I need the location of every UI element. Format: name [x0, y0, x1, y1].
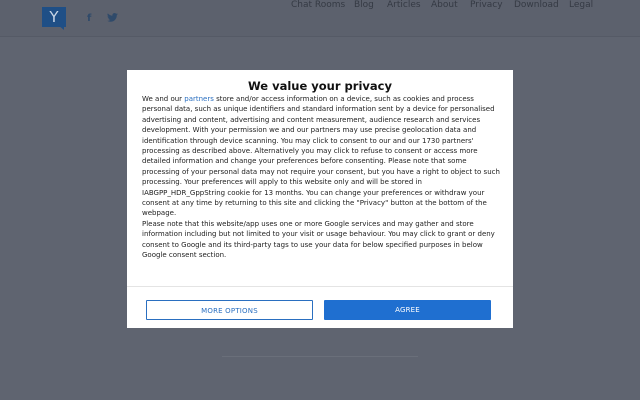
site-logo[interactable]: Y [42, 7, 66, 27]
dialog-separator [127, 286, 513, 287]
consent-intro: We and our partners store and/or access … [142, 94, 500, 219]
nav-chat-rooms[interactable]: Chat Rooms [291, 0, 345, 10]
nav-blog[interactable]: Blog [354, 0, 374, 10]
more-options-button[interactable]: MORE OPTIONS [146, 300, 313, 320]
logo-tail [58, 25, 64, 30]
twitter-icon[interactable] [107, 13, 118, 25]
intro-after-link: store and/or access information on a dev… [142, 95, 500, 218]
agree-button[interactable]: AGREE [324, 300, 491, 320]
partners-link[interactable]: partners [184, 95, 214, 103]
nav-legal[interactable]: Legal [569, 0, 593, 10]
dialog-body: We and our partners store and/or access … [142, 94, 500, 261]
twitter-bird-icon [107, 13, 118, 22]
site-header: Y f Chat Rooms Blog Articles About Priva… [0, 0, 640, 37]
background-divider [222, 356, 418, 357]
nav-articles[interactable]: Articles [387, 0, 421, 10]
intro-before-link: We and our [142, 95, 185, 103]
nav-about[interactable]: About [431, 0, 458, 10]
facebook-icon[interactable]: f [87, 13, 91, 24]
dialog-title: We value your privacy [248, 79, 392, 93]
nav-privacy[interactable]: Privacy [470, 0, 503, 10]
google-notice: Please note that this website/app uses o… [142, 219, 495, 260]
nav-download[interactable]: Download [514, 0, 559, 10]
privacy-consent-dialog: We value your privacy We and our partner… [127, 70, 513, 328]
